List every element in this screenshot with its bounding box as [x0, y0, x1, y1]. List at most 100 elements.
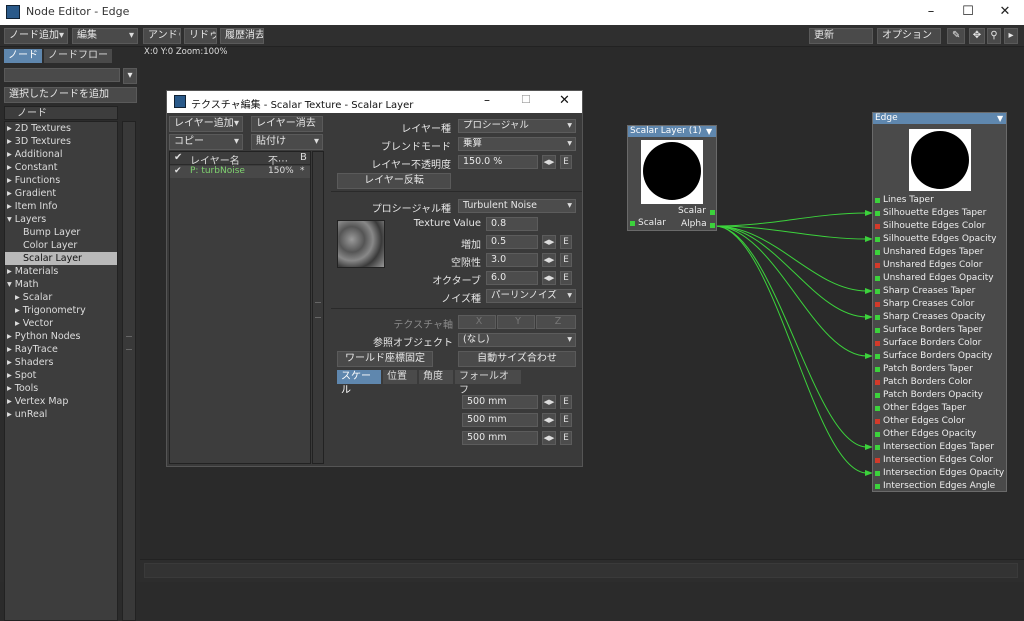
edge-input-port[interactable]: Sharp Creases Color	[873, 298, 1006, 311]
port-connector[interactable]	[875, 445, 880, 450]
port-connector[interactable]	[875, 419, 880, 424]
port-connector[interactable]	[875, 354, 880, 359]
increment-envelope-button[interactable]: E	[560, 235, 572, 249]
lacunarity-field[interactable]: 3.0	[486, 253, 538, 267]
edge-input-port[interactable]: Intersection Edges Opacity	[873, 467, 1006, 480]
axis-y-button[interactable]: Y	[497, 315, 535, 329]
reference-object-select[interactable]: (なし)	[458, 333, 576, 347]
minimize-icon[interactable]: –	[484, 93, 490, 107]
edge-node-title[interactable]: Edge	[873, 113, 1006, 124]
octaves-stepper[interactable]: ◀▶	[542, 271, 556, 285]
add-layer-dropdown[interactable]: レイヤー追加	[169, 116, 243, 132]
port-connector[interactable]	[875, 432, 880, 437]
paste-dropdown[interactable]: 貼付け	[251, 134, 323, 150]
layer-enabled-check[interactable]: ✔	[174, 166, 182, 176]
port-connector[interactable]	[875, 471, 880, 476]
scale-z-envelope-button[interactable]: E	[560, 431, 572, 445]
port-connector[interactable]	[875, 302, 880, 307]
port-connector[interactable]	[630, 221, 635, 226]
edge-input-port[interactable]: Intersection Edges Color	[873, 454, 1006, 467]
port-connector[interactable]	[875, 328, 880, 333]
octaves-field[interactable]: 6.0	[486, 271, 538, 285]
texture-editor-titlebar[interactable]: テクスチャ編集 - Scalar Texture - Scalar Layer …	[167, 91, 582, 113]
octaves-envelope-button[interactable]: E	[560, 271, 572, 285]
port-connector[interactable]	[875, 315, 880, 320]
port-connector[interactable]	[875, 276, 880, 281]
edge-input-port[interactable]: Lines Taper	[873, 194, 1006, 207]
edge-input-port[interactable]: Patch Borders Opacity	[873, 389, 1006, 402]
edge-input-port[interactable]: Sharp Creases Opacity	[873, 311, 1006, 324]
auto-size-button[interactable]: 自動サイズ合わせ	[458, 351, 576, 367]
lacunarity-envelope-button[interactable]: E	[560, 253, 572, 267]
blend-mode-select[interactable]: 乗算	[458, 137, 576, 151]
edge-input-port[interactable]: Unshared Edges Color	[873, 259, 1006, 272]
scalar-output-connector[interactable]	[710, 210, 715, 215]
port-connector[interactable]	[875, 263, 880, 268]
port-connector[interactable]	[875, 458, 880, 463]
port-connector[interactable]	[875, 198, 880, 203]
chevron-down-icon[interactable]: ▼	[997, 114, 1003, 123]
scale-z-field[interactable]: 500 mm	[462, 431, 538, 445]
scale-x-stepper[interactable]: ◀▶	[542, 395, 556, 409]
alpha-output-connector[interactable]	[710, 223, 715, 228]
port-connector[interactable]	[875, 484, 880, 489]
edge-input-port[interactable]: Silhouette Edges Opacity	[873, 233, 1006, 246]
delete-layer-button[interactable]: レイヤー消去	[251, 116, 323, 132]
edge-input-port[interactable]: Intersection Edges Taper	[873, 441, 1006, 454]
scrollbar-grip[interactable]	[315, 302, 321, 318]
opacity-field[interactable]: 150.0 %	[458, 155, 538, 169]
scale-y-field[interactable]: 500 mm	[462, 413, 538, 427]
maximize-icon[interactable]: ☐	[521, 93, 531, 106]
edge-input-port[interactable]: Other Edges Taper	[873, 402, 1006, 415]
procedural-type-select[interactable]: Turbulent Noise	[458, 199, 576, 213]
edge-input-port[interactable]: Patch Borders Color	[873, 376, 1006, 389]
layer-row[interactable]: ✔ P: turbNoise 150% *	[170, 166, 310, 178]
tab-transform-2[interactable]: 角度	[419, 370, 453, 384]
increment-stepper[interactable]: ◀▶	[542, 235, 556, 249]
world-coords-button[interactable]: ワールド座標固定	[337, 351, 433, 367]
edge-input-port[interactable]: Other Edges Opacity	[873, 428, 1006, 441]
increment-field[interactable]: 0.5	[486, 235, 538, 249]
texture-value-field[interactable]: 0.8	[486, 217, 538, 231]
edge-input-port[interactable]: Intersection Edges Angle	[873, 480, 1006, 493]
scale-y-stepper[interactable]: ◀▶	[542, 413, 556, 427]
edge-input-port[interactable]: Silhouette Edges Taper	[873, 207, 1006, 220]
axis-x-button[interactable]: X	[458, 315, 496, 329]
tab-transform-0[interactable]: スケール	[337, 370, 381, 396]
tab-transform-3[interactable]: フォールオフ	[455, 370, 521, 396]
noise-type-select[interactable]: パーリンノイズ	[486, 289, 576, 303]
copy-dropdown[interactable]: コピー	[169, 134, 243, 150]
port-connector[interactable]	[875, 341, 880, 346]
scale-z-stepper[interactable]: ◀▶	[542, 431, 556, 445]
tab-transform-1[interactable]: 位置	[383, 370, 417, 384]
port-connector[interactable]	[875, 224, 880, 229]
port-connector[interactable]	[875, 289, 880, 294]
edge-input-port[interactable]: Unshared Edges Opacity	[873, 272, 1006, 285]
edge-input-port[interactable]: Silhouette Edges Color	[873, 220, 1006, 233]
opacity-envelope-button[interactable]: E	[560, 155, 572, 169]
port-connector[interactable]	[875, 250, 880, 255]
scalar-layer-node-title[interactable]: Scalar Layer (1)	[628, 126, 716, 137]
port-connector[interactable]	[875, 380, 880, 385]
port-connector[interactable]	[875, 393, 880, 398]
edge-input-port[interactable]: Sharp Creases Taper	[873, 285, 1006, 298]
edge-input-port[interactable]: Surface Borders Opacity	[873, 350, 1006, 363]
scale-x-field[interactable]: 500 mm	[462, 395, 538, 409]
layer-list-scrollbar[interactable]	[312, 151, 324, 464]
opacity-stepper[interactable]: ◀▶	[542, 155, 556, 169]
axis-z-button[interactable]: Z	[536, 315, 576, 329]
invert-layer-button[interactable]: レイヤー反転	[337, 173, 451, 189]
scale-x-envelope-button[interactable]: E	[560, 395, 572, 409]
close-icon[interactable]: ✕	[559, 93, 570, 108]
edge-input-port[interactable]: Other Edges Color	[873, 415, 1006, 428]
edge-input-port[interactable]: Surface Borders Color	[873, 337, 1006, 350]
port-connector[interactable]	[875, 237, 880, 242]
scalar-layer-node[interactable]: Scalar Layer (1) ▼ Scalar Scalar Alpha	[627, 125, 717, 231]
port-connector[interactable]	[875, 367, 880, 372]
scale-y-envelope-button[interactable]: E	[560, 413, 572, 427]
port-connector[interactable]	[875, 406, 880, 411]
edge-input-port[interactable]: Unshared Edges Taper	[873, 246, 1006, 259]
layer-type-select[interactable]: プロシージャル	[458, 119, 576, 133]
port-connector[interactable]	[875, 211, 880, 216]
edge-node[interactable]: Edge ▼ Lines Taper Silhouette Edges Taper…	[872, 112, 1007, 492]
